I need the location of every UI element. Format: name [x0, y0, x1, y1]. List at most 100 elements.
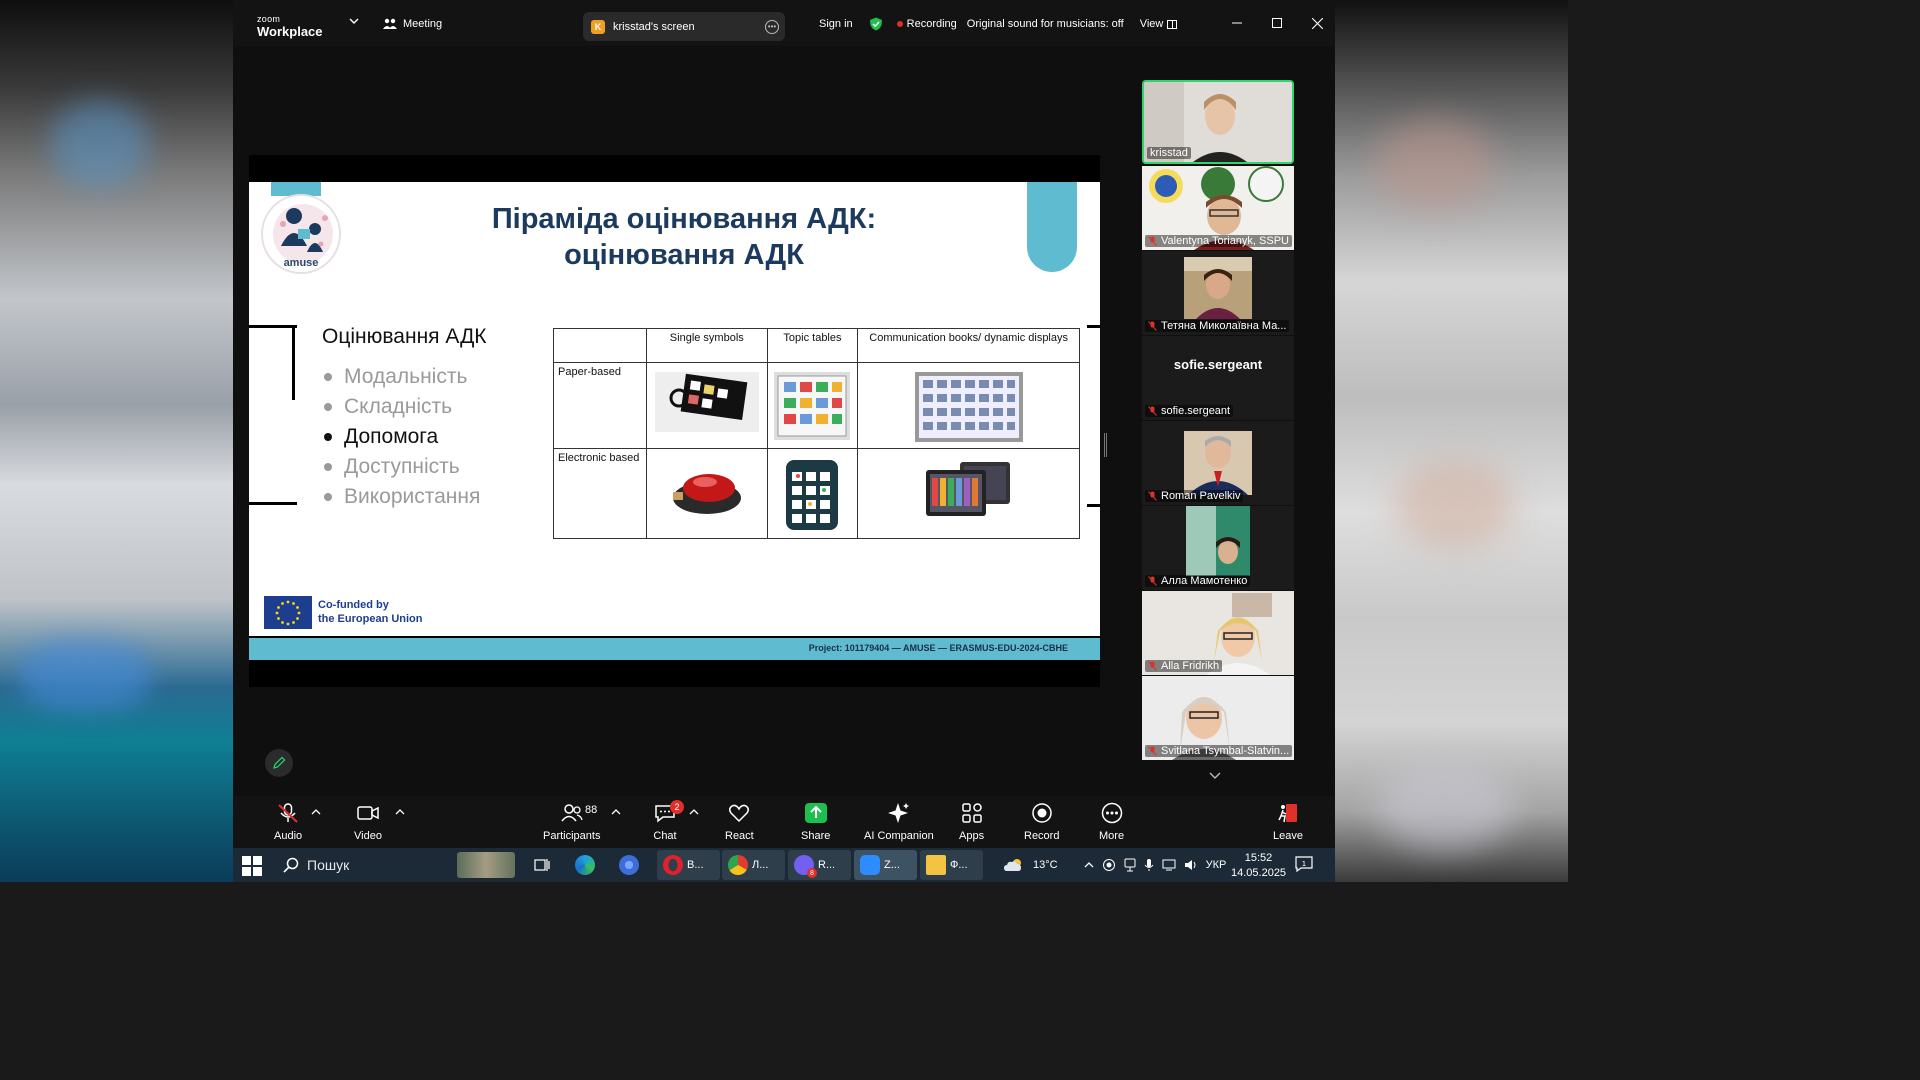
participant-tile[interactable]: sofie.sergeant sofie.sergeant: [1142, 336, 1294, 420]
shared-screen-area[interactable]: amuse Піраміда оцінювання АДК: оцінюванн…: [243, 46, 1140, 796]
webcam-tray-icon[interactable]: [1124, 858, 1136, 872]
pencil-icon: [273, 756, 286, 769]
task-view-icon: [534, 859, 550, 871]
react-label: React: [725, 830, 754, 842]
ai-sparkle-icon: [887, 803, 909, 823]
table-cell: [646, 448, 768, 539]
input-language[interactable]: УКР: [1206, 859, 1227, 871]
chat-options-caret-icon[interactable]: [689, 808, 699, 816]
share-button[interactable]: Share: [801, 802, 830, 842]
recording-status[interactable]: Recording: [907, 18, 957, 30]
record-icon: [1031, 803, 1052, 823]
slide-bracket-left: [249, 325, 297, 505]
taskbar-app-label: Л...: [752, 859, 769, 871]
table-header-communication-books: Communication books/ dynamic displays: [857, 328, 1080, 363]
taskbar-chromium[interactable]: [614, 850, 644, 880]
shield-check-icon[interactable]: [869, 17, 883, 31]
table-row-label-paper: Paper-based: [553, 362, 647, 449]
panel-resize-handle[interactable]: [1104, 433, 1107, 457]
participant-name-tag: Alla Fridrikh: [1145, 660, 1223, 672]
voice-output-device-image: [786, 460, 839, 530]
close-button[interactable]: [1309, 10, 1325, 36]
original-sound-status[interactable]: Original sound for musicians: off: [967, 18, 1124, 30]
table-header-topic-tables: Topic tables: [766, 328, 859, 363]
list-item-label: Модальність: [344, 365, 468, 388]
list-item-label: Доступність: [344, 455, 460, 478]
table-row-label-electronic: Electronic based: [553, 448, 647, 539]
minimize-icon: [1232, 22, 1242, 24]
chat-button[interactable]: Chat 2: [653, 800, 684, 842]
weather-cloud-icon[interactable]: [1003, 857, 1025, 873]
gallery-scroll-down-icon[interactable]: [1209, 770, 1221, 780]
search-highlight-art: [457, 852, 515, 878]
meeting-info-button[interactable]: Meeting: [383, 18, 442, 30]
participant-tile[interactable]: Тетяна Миколаївна Ма...: [1142, 251, 1294, 335]
leave-button[interactable]: Leave: [1273, 802, 1303, 842]
mic-off-icon: [1148, 321, 1157, 331]
participant-tile[interactable]: krisstad: [1142, 80, 1294, 164]
zoom-workplace-logo[interactable]: zoom Workplace: [257, 12, 323, 39]
desktop-background-left: [0, 0, 233, 882]
microphone-tray-icon[interactable]: [1144, 858, 1154, 872]
apps-button[interactable]: Apps: [959, 802, 984, 842]
symbol-cards-image: [654, 372, 759, 432]
audio-button[interactable]: Audio: [274, 802, 302, 842]
meeting-people-icon: [383, 18, 397, 29]
minimize-button[interactable]: [1229, 10, 1245, 36]
chat-unread-badge: 2: [670, 800, 684, 814]
slide-title-line2: оцінювання АДК: [564, 238, 804, 271]
sign-in-button[interactable]: Sign in: [819, 18, 853, 30]
participant-tile[interactable]: Svitlana Tsymbal-Slatvin...: [1142, 676, 1294, 760]
network-icon[interactable]: [1162, 859, 1176, 871]
video-camera-icon: [357, 806, 379, 820]
task-view-button[interactable]: [527, 850, 557, 880]
annotate-button[interactable]: [265, 749, 293, 777]
notifications-icon[interactable]: 1: [1295, 856, 1313, 872]
more-options-icon[interactable]: •••: [765, 19, 779, 34]
maximize-button[interactable]: [1269, 10, 1285, 36]
ai-companion-button[interactable]: AI Companion: [864, 802, 934, 842]
taskbar-viber[interactable]: 8 R...: [788, 850, 851, 880]
project-id-text: Project: 101179404 — AMUSE — ERASMUS-EDU…: [808, 643, 1068, 653]
windows-start-icon[interactable]: [242, 856, 262, 876]
chevron-up-icon[interactable]: [1084, 861, 1094, 869]
more-button[interactable]: More: [1099, 802, 1124, 842]
weather-temperature[interactable]: 13°C: [1033, 859, 1058, 871]
recording-dot-icon: [896, 21, 903, 27]
taskbar-chrome[interactable]: Л...: [722, 850, 785, 880]
meeting-label: Meeting: [403, 18, 443, 30]
logo-big-text: Workplace: [257, 24, 323, 39]
audio-options-caret-icon[interactable]: [311, 808, 321, 816]
taskbar-file-explorer[interactable]: Ф...: [920, 850, 983, 880]
taskbar-opera[interactable]: В...: [657, 850, 720, 880]
taskbar-clock[interactable]: 15:52 14.05.2025: [1231, 851, 1286, 881]
taskbar-search[interactable]: Пошук: [277, 850, 517, 880]
slide-footer-bar: Project: 101179404 — AMUSE — ERASMUS-EDU…: [249, 638, 1100, 660]
speaker-icon[interactable]: [1184, 859, 1198, 871]
taskbar-app-label: R...: [818, 859, 836, 871]
record-tray-icon[interactable]: [1102, 858, 1116, 872]
video-options-caret-icon[interactable]: [395, 808, 405, 816]
participants-options-caret-icon[interactable]: [611, 808, 621, 816]
participant-name-tag: Алла Мамотенко: [1145, 575, 1251, 587]
react-button[interactable]: React: [725, 802, 754, 842]
record-button[interactable]: Record: [1024, 802, 1059, 842]
edge-icon: [575, 855, 595, 875]
participant-tile[interactable]: Alla Fridrikh: [1142, 591, 1294, 675]
view-button[interactable]: View: [1140, 18, 1164, 30]
taskbar-zoom[interactable]: Z...: [854, 850, 917, 880]
list-item-label: Використання: [344, 485, 481, 508]
participant-tile[interactable]: Valentyna Torianyk, SSPU: [1142, 166, 1294, 250]
mic-off-icon: [1148, 746, 1157, 756]
taskbar-edge[interactable]: [570, 850, 600, 880]
participant-tile[interactable]: Roman Pavelkiv: [1142, 421, 1294, 505]
chevron-down-icon[interactable]: [349, 16, 359, 26]
slide-accent-right: [1027, 182, 1077, 272]
video-button[interactable]: Video: [354, 802, 382, 842]
record-label: Record: [1024, 830, 1060, 842]
participants-button[interactable]: Participants 88: [543, 802, 600, 842]
screen-share-indicator[interactable]: K krisstad's screen •••: [583, 12, 785, 41]
view-layout-icon[interactable]: [1167, 19, 1178, 29]
participant-name: sofie.sergeant: [1161, 405, 1231, 417]
participant-tile[interactable]: Алла Мамотенко: [1142, 506, 1294, 590]
